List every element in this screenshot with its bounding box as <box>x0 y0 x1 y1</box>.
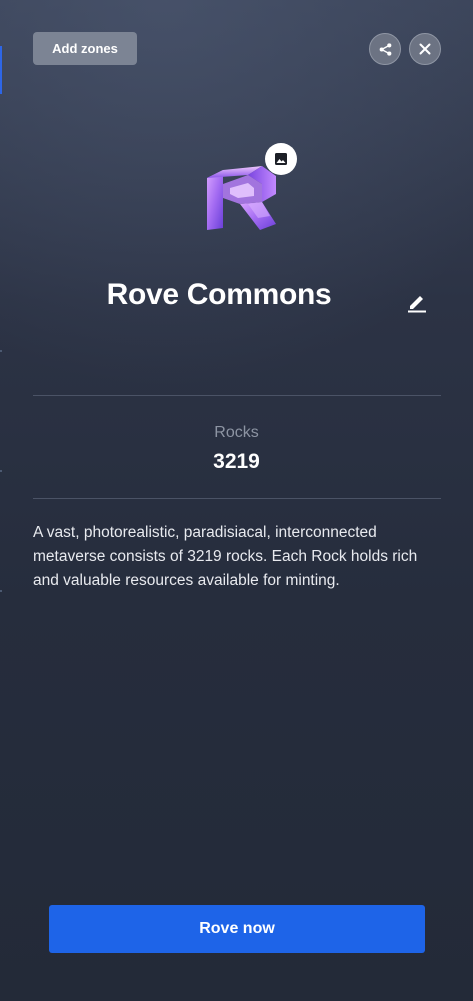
change-image-button[interactable] <box>265 143 297 175</box>
zone-description: A vast, photorealistic, paradisiacal, in… <box>33 524 418 589</box>
rocks-label: Rocks <box>214 424 259 441</box>
add-zones-button[interactable]: Add zones <box>33 32 137 65</box>
edge-mark <box>0 590 2 592</box>
share-icon <box>379 42 391 56</box>
edit-title-button[interactable] <box>405 290 429 314</box>
rocks-count: 3219 <box>213 450 260 473</box>
divider <box>33 395 441 396</box>
zone-detail-panel: Add zones Rove Commons Rocks 3219 A vast… <box>0 0 473 1001</box>
image-icon <box>275 153 287 165</box>
divider <box>33 498 441 499</box>
zone-title: Rove Commons <box>106 278 332 311</box>
edit-icon <box>408 296 426 313</box>
rove-now-button[interactable]: Rove now <box>49 905 425 953</box>
edge-mark <box>0 350 2 352</box>
close-icon <box>419 43 431 55</box>
close-button[interactable] <box>409 33 441 65</box>
edge-accent <box>0 46 2 94</box>
share-button[interactable] <box>369 33 401 65</box>
